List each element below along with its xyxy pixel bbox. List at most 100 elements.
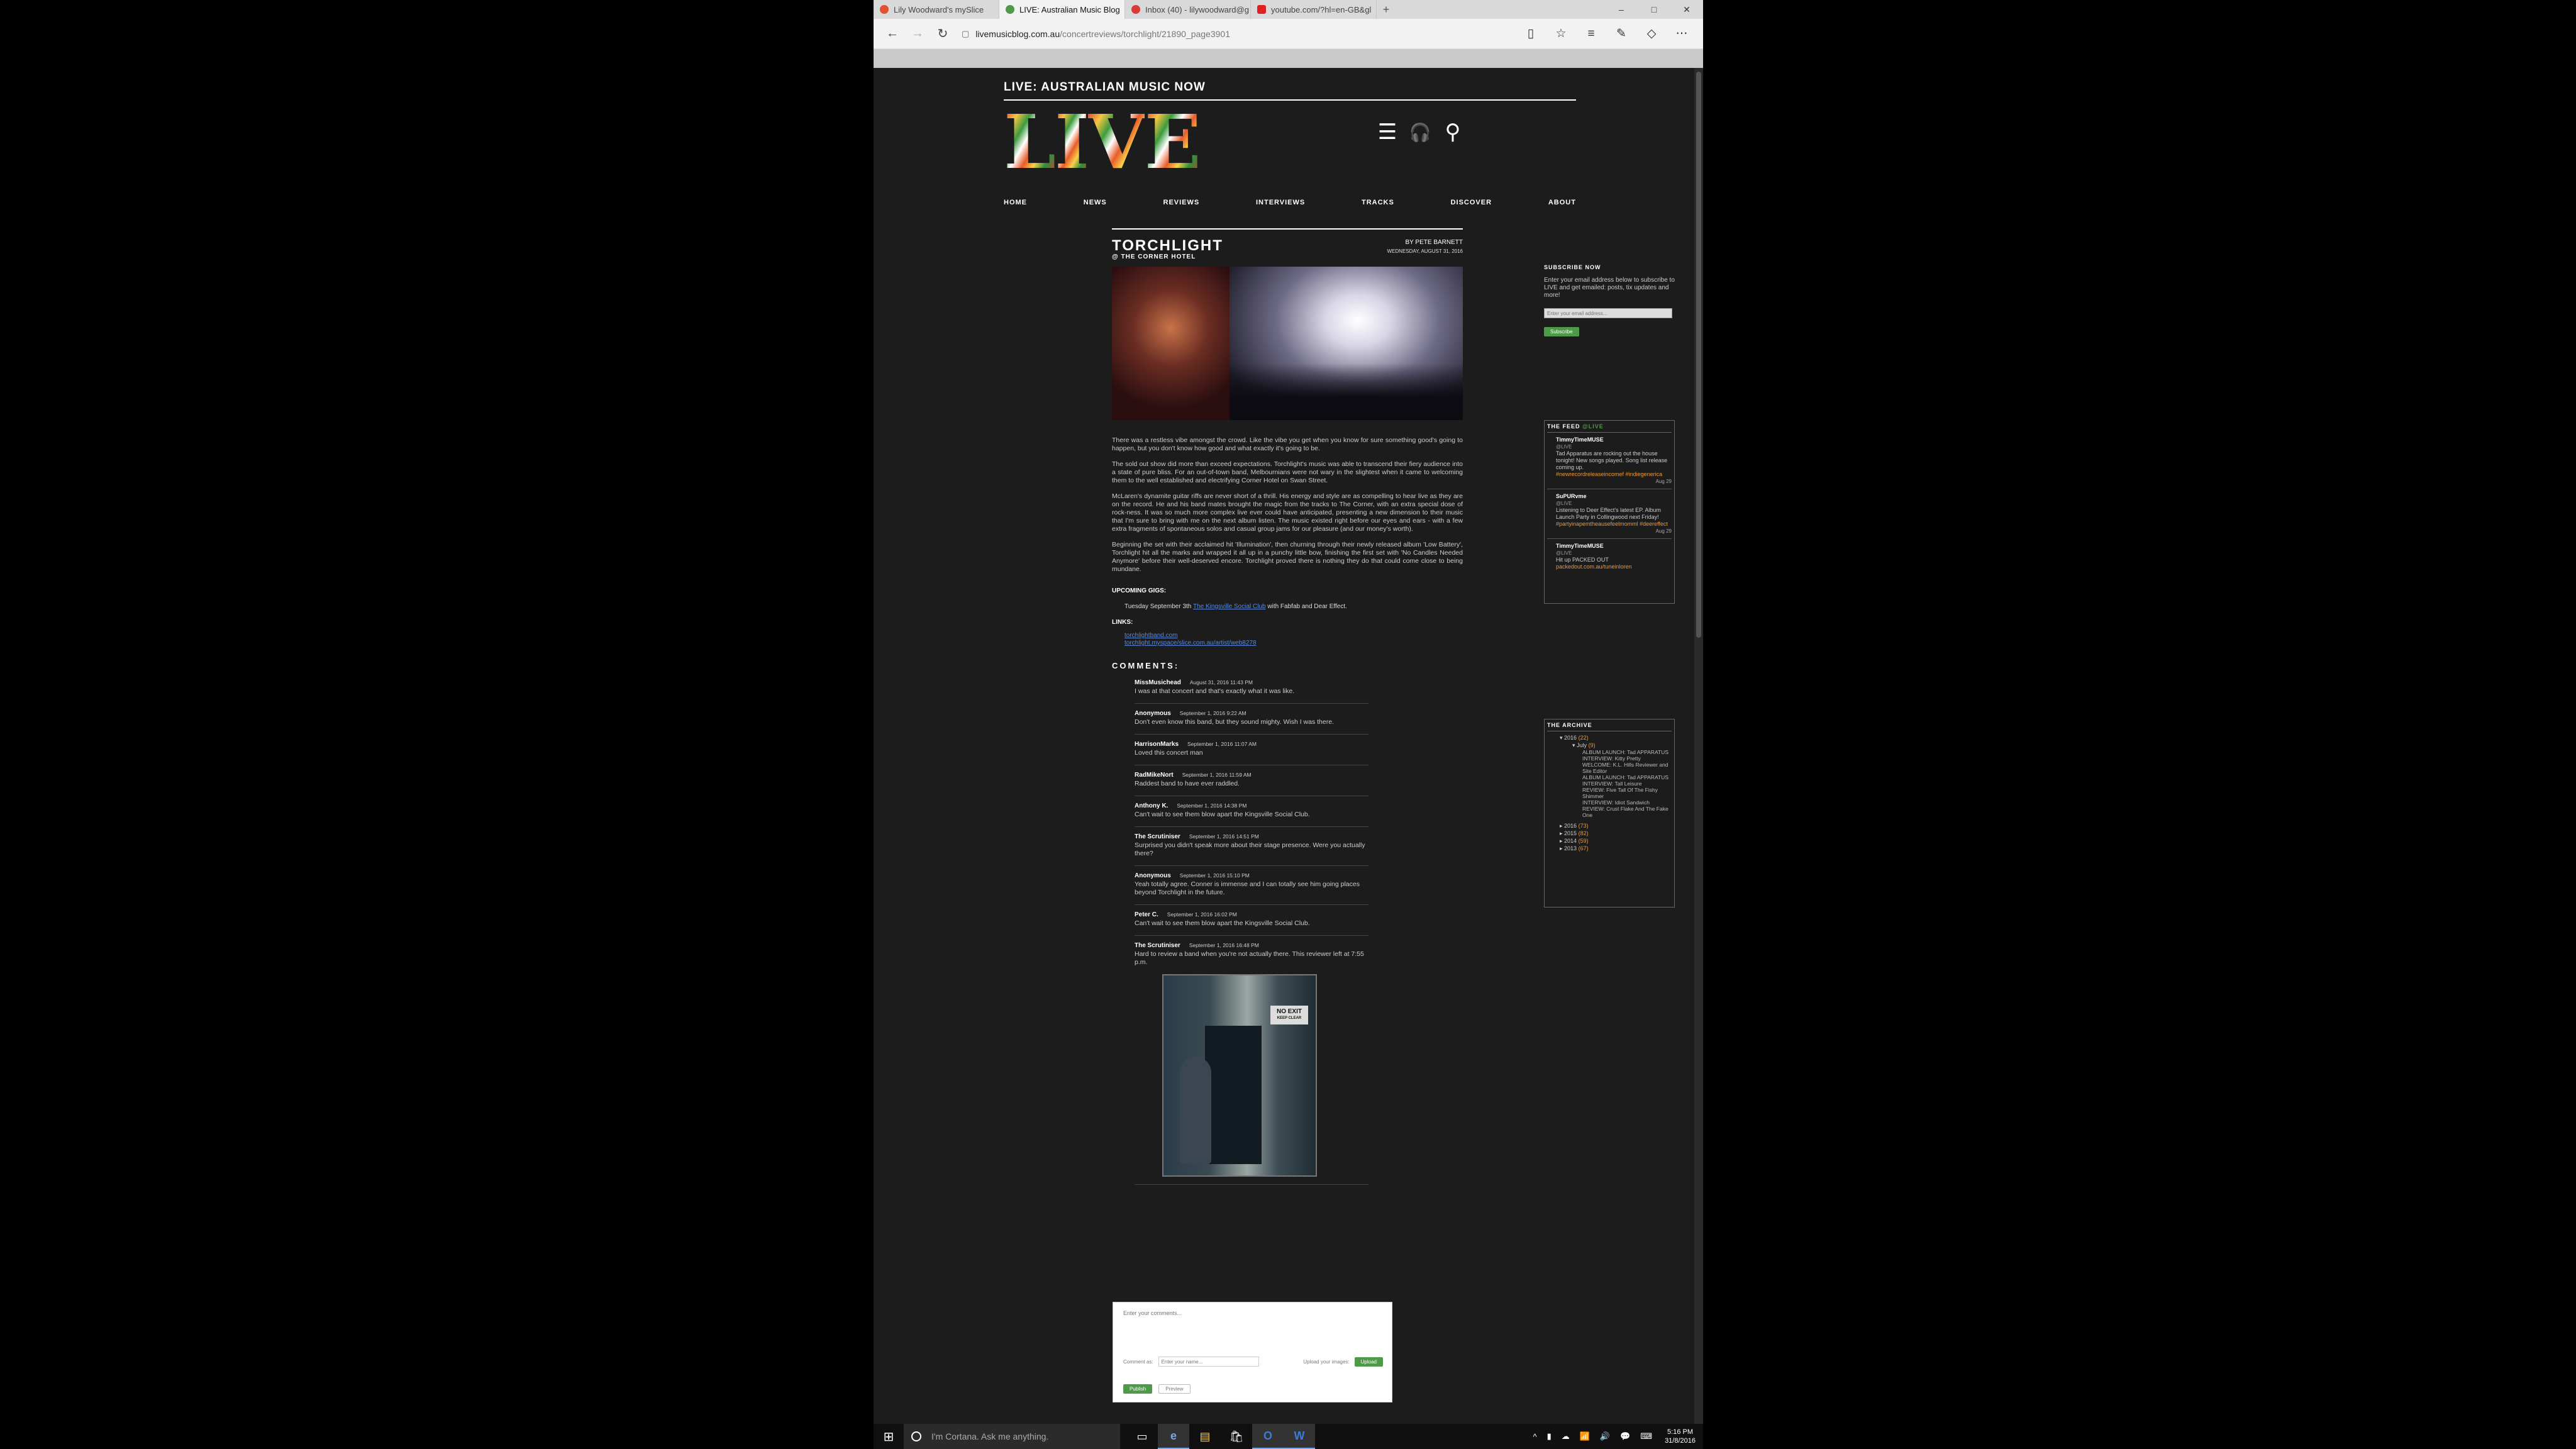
email-input[interactable]: [1544, 308, 1672, 318]
nav-news[interactable]: NEWS: [1084, 199, 1107, 206]
archive-year[interactable]: ▾ 2016 (22): [1560, 734, 1672, 741]
forward-icon[interactable]: →: [905, 21, 930, 47]
onedrive-icon[interactable]: ☁: [1557, 1431, 1575, 1441]
comment-author[interactable]: Peter C.: [1135, 911, 1158, 918]
archive-year[interactable]: ▸ 2013 (67): [1560, 845, 1672, 852]
page-info-icon[interactable]: ▢: [962, 29, 969, 39]
volume-icon[interactable]: 🔊: [1595, 1431, 1615, 1441]
battery-icon[interactable]: ▮: [1542, 1431, 1557, 1441]
site-logo[interactable]: L I V E: [1004, 105, 1280, 179]
wifi-icon[interactable]: 📶: [1575, 1431, 1595, 1441]
back-icon[interactable]: ←: [880, 21, 905, 47]
maximize-icon[interactable]: □: [1638, 0, 1670, 19]
comment-author[interactable]: Anthony K.: [1135, 802, 1168, 809]
outlook-icon[interactable]: O: [1252, 1424, 1284, 1449]
hub-icon[interactable]: ≡: [1576, 21, 1606, 47]
cortana-search[interactable]: I'm Cortana. Ask me anything.: [904, 1424, 1120, 1449]
feed-user[interactable]: SuPURvme: [1556, 493, 1672, 500]
browser-tools: ▯ ☆ ≡ ✎ ◇ ⋯: [1516, 21, 1697, 47]
task-view-icon[interactable]: ▭: [1126, 1424, 1158, 1449]
page-scrollbar[interactable]: [1694, 68, 1703, 1424]
more-icon[interactable]: ⋯: [1667, 21, 1697, 47]
archive-post-link[interactable]: REVIEW: Five Tall Of The Fishy Shimmer: [1560, 787, 1672, 799]
gig-venue-link[interactable]: The Kingsville Social Club: [1193, 603, 1266, 610]
word-icon[interactable]: W: [1284, 1424, 1315, 1449]
comment-text: Loved this concert man: [1135, 749, 1203, 757]
file-explorer-icon[interactable]: ▤: [1189, 1424, 1221, 1449]
preview-button[interactable]: Preview: [1158, 1384, 1191, 1394]
band-website-link[interactable]: torchlightband.com: [1124, 632, 1178, 639]
edge-icon[interactable]: e: [1158, 1424, 1189, 1449]
feed-tags[interactable]: #newrecordreleaseincomef #indiegenerica: [1556, 471, 1672, 478]
search-icon[interactable]: ⚲: [1436, 119, 1469, 145]
archive-post-link[interactable]: ALBUM LAUNCH: Tad APPARATUS: [1560, 774, 1672, 780]
links-label: LINKS:: [1112, 619, 1133, 626]
tab-youtube[interactable]: youtube.com/?hl=en-GB&gl: [1251, 0, 1377, 19]
upload-button[interactable]: Upload: [1354, 1357, 1383, 1367]
nav-home[interactable]: HOME: [1004, 199, 1027, 206]
clock[interactable]: 5:16 PM 31/8/2016: [1657, 1428, 1703, 1445]
start-icon[interactable]: ⊞: [874, 1424, 904, 1449]
feed-tags[interactable]: packedout.com.au/tuneinloren: [1556, 564, 1672, 570]
tab-myslice[interactable]: Lily Woodward's mySlice: [874, 0, 999, 19]
scrollbar-thumb[interactable]: [1696, 72, 1701, 638]
close-tab-icon[interactable]: ✕: [1120, 5, 1124, 14]
favorite-star-icon[interactable]: ☆: [1546, 21, 1576, 47]
keyboard-icon[interactable]: ⌨: [1635, 1431, 1657, 1441]
tab-inbox[interactable]: Inbox (40) - lilywoodward@g: [1125, 0, 1251, 19]
comment-author[interactable]: HarrisonMarks: [1135, 741, 1179, 748]
nav-about[interactable]: ABOUT: [1548, 199, 1576, 206]
nav-tracks[interactable]: TRACKS: [1362, 199, 1394, 206]
archive-month[interactable]: ▾ July (9): [1560, 741, 1672, 749]
comment-author[interactable]: The Scrutiniser: [1135, 942, 1180, 949]
comment: Anthony K. September 1, 2016 14:38 PM Can'…: [1135, 802, 1368, 827]
archive-month-label: July: [1577, 742, 1587, 748]
comment-author[interactable]: MissMusichead: [1135, 679, 1181, 686]
archive-post-link[interactable]: INTERVIEW: Idiot Sandwich: [1560, 799, 1672, 806]
comment-author[interactable]: Anonymous: [1135, 872, 1171, 879]
nav-reviews[interactable]: REVIEWS: [1163, 199, 1200, 206]
archive-year[interactable]: ▸ 2015 (82): [1560, 830, 1672, 837]
new-tab-button[interactable]: +: [1377, 0, 1396, 19]
feed-tags[interactable]: #partyinapemtheausefeelmomml #deereffect: [1556, 521, 1672, 528]
feed-user[interactable]: TimmyTimeMUSE: [1556, 436, 1672, 443]
archive-post-link[interactable]: REVIEW: Crust Flake And The Fake One: [1560, 806, 1672, 818]
feed-user[interactable]: TimmyTimeMUSE: [1556, 543, 1672, 550]
article-body: There was a restless vibe amongst the cr…: [1112, 436, 1463, 647]
notifications-icon[interactable]: 💬: [1615, 1431, 1635, 1441]
publish-button[interactable]: Publish: [1123, 1384, 1153, 1394]
comment-textarea[interactable]: [1123, 1310, 1383, 1345]
name-input[interactable]: [1158, 1357, 1259, 1367]
comment: Peter C. September 1, 2016 16:02 PM Can't …: [1135, 911, 1368, 936]
store-icon[interactable]: 🛍: [1221, 1424, 1252, 1449]
web-note-icon[interactable]: ✎: [1606, 21, 1636, 47]
band-myslice-link[interactable]: torchlight.myspace/slice.com.au/artist/w…: [1124, 640, 1257, 647]
archive-year[interactable]: ▸ 2016 (73): [1560, 822, 1672, 830]
archive-post-link[interactable]: INTERVIEW: Kitty Pretty: [1560, 755, 1672, 762]
reading-view-icon[interactable]: ▯: [1516, 21, 1546, 47]
archive-year[interactable]: ▸ 2014 (59): [1560, 837, 1672, 845]
comment-author[interactable]: Anonymous: [1135, 710, 1171, 717]
archive-post-link[interactable]: WELCOME: K.L. Hills Reviewer and Site Ed…: [1560, 762, 1672, 774]
comment-author[interactable]: The Scrutiniser: [1135, 833, 1180, 840]
share-icon[interactable]: ◇: [1636, 21, 1667, 47]
close-window-icon[interactable]: ✕: [1670, 0, 1703, 19]
minimize-icon[interactable]: –: [1605, 0, 1638, 19]
tab-live-blog[interactable]: LIVE: Australian Music Blog✕: [999, 0, 1125, 19]
nav-interviews[interactable]: INTERVIEWS: [1256, 199, 1305, 206]
refresh-icon[interactable]: ↻: [930, 21, 955, 47]
nav-discover[interactable]: DISCOVER: [1451, 199, 1492, 206]
subscribe-text: Enter your email address below to subscr…: [1544, 277, 1675, 299]
headphones-icon[interactable]: 🎧: [1404, 119, 1436, 145]
comment-photo-exit-door[interactable]: NO EXIT KEEP CLEAR: [1162, 974, 1317, 1177]
gig-support: with Fabfab and Dear Effect.: [1267, 603, 1347, 610]
subscribe-button[interactable]: Subscribe: [1544, 327, 1579, 336]
gig-item: Tuesday September 3th The Kingsville Soc…: [1124, 603, 1463, 610]
comment-author[interactable]: RadMikeNort: [1135, 772, 1174, 779]
menu-icon[interactable]: ☰: [1371, 119, 1404, 145]
archive-post-link[interactable]: ALBUM LAUNCH: Tad APPARATUS: [1560, 749, 1672, 755]
archive-post-link[interactable]: INTERVIEW: Tall Leisure: [1560, 780, 1672, 787]
feed-handle[interactable]: @LIVE: [1582, 423, 1604, 430]
url-field[interactable]: ▢ livemusicblog.com.au/concertreviews/to…: [962, 24, 1516, 44]
show-hidden-icons-icon[interactable]: ^: [1528, 1432, 1541, 1441]
